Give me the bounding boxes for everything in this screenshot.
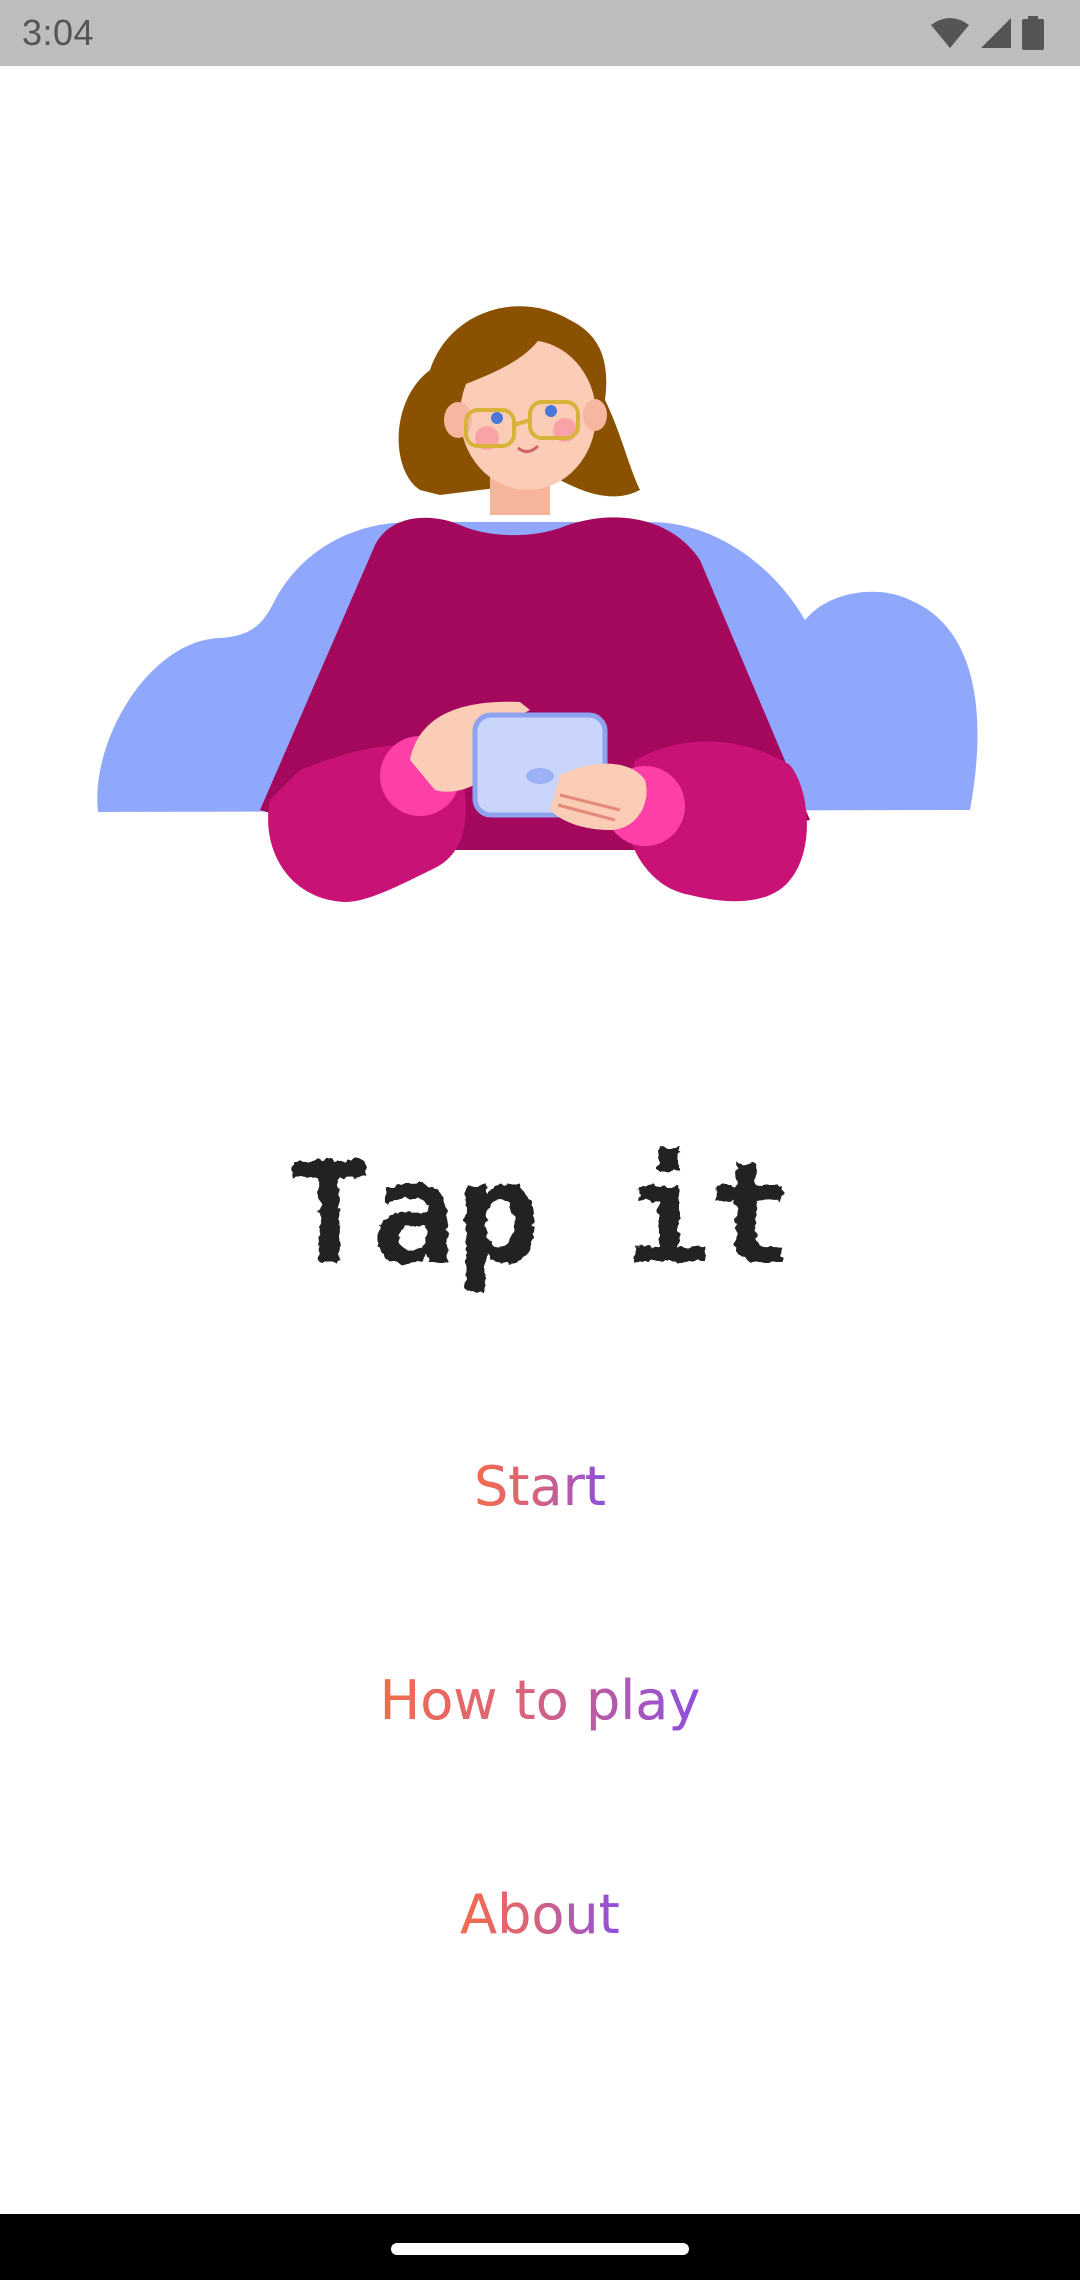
status-time: 3:04 xyxy=(22,12,95,53)
how-to-play-button[interactable]: How to play xyxy=(0,1666,1080,1736)
status-bar: 3:04 xyxy=(0,0,1080,66)
about-label: About xyxy=(460,1880,620,1950)
about-button[interactable]: About xyxy=(0,1880,1080,1950)
status-icons xyxy=(930,14,1044,52)
how-to-play-label: How to play xyxy=(380,1666,701,1736)
app-logo-text: Tap it xyxy=(287,1140,793,1296)
start-button[interactable]: Start xyxy=(0,1452,1080,1522)
start-label: Start xyxy=(474,1452,606,1522)
battery-icon xyxy=(1022,16,1044,50)
wifi-icon xyxy=(930,17,970,49)
home-gesture-handle[interactable] xyxy=(391,2243,689,2255)
hero-illustration xyxy=(90,290,990,930)
app-logo: Tap it xyxy=(0,1133,1080,1300)
navigation-bar xyxy=(0,2214,1080,2280)
cellular-signal-icon xyxy=(980,17,1012,49)
